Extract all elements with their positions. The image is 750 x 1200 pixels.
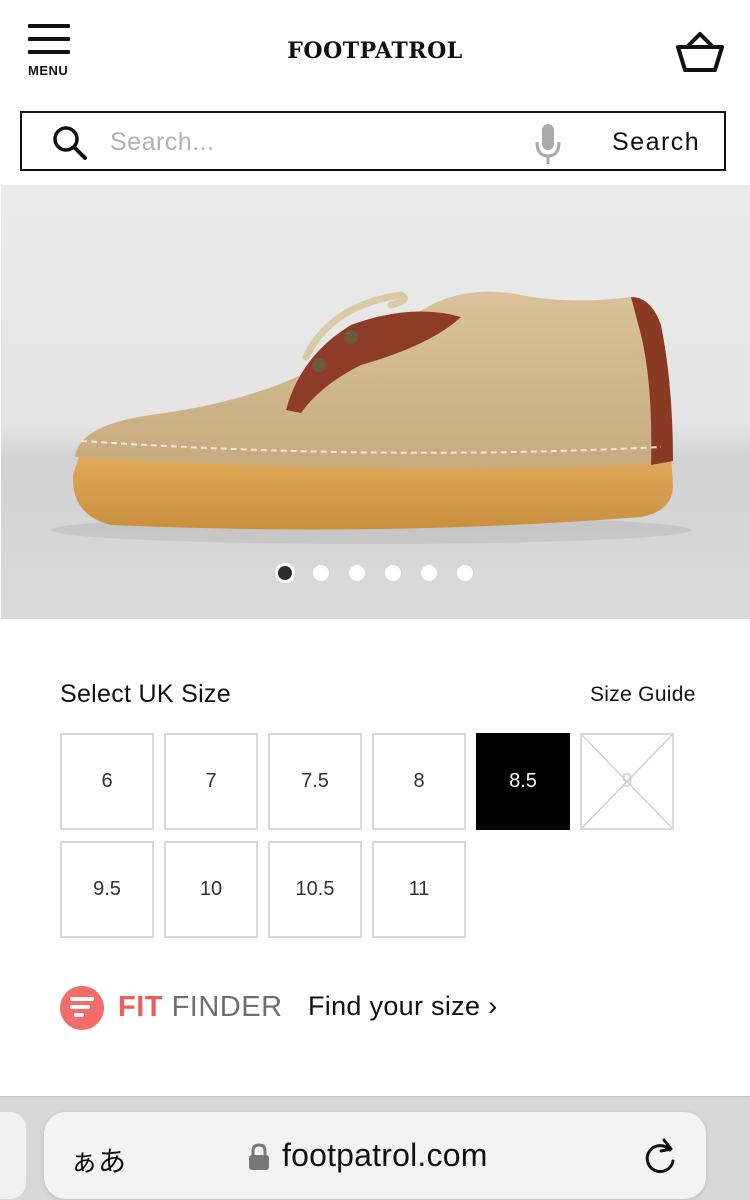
size-option-selected[interactable]: 8.5 (476, 733, 570, 830)
carousel-dot[interactable] (349, 565, 365, 581)
lock-icon (249, 1143, 269, 1170)
fit-finder-brand: FIT FINDER (118, 991, 283, 1024)
carousel-dots (0, 565, 750, 585)
search-bar: Search (20, 111, 726, 171)
fit-finder-brand-finder: FINDER (171, 991, 283, 1023)
size-option[interactable]: 8 (372, 733, 466, 830)
carousel-dot[interactable] (385, 565, 401, 581)
carousel-dot[interactable] (313, 565, 329, 581)
hamburger-icon-bar (28, 24, 70, 28)
site-header: MENU FOOTPATROL (0, 0, 750, 104)
basket-icon[interactable] (674, 30, 726, 74)
search-input[interactable] (110, 123, 520, 161)
size-guide-link[interactable]: Size Guide (590, 683, 696, 707)
carousel-dot[interactable] (278, 566, 292, 580)
size-option[interactable]: 11 (372, 841, 466, 938)
fit-finder-logo-icon[interactable] (60, 986, 104, 1030)
product-image[interactable] (1, 185, 750, 619)
carousel-dot[interactable] (457, 565, 473, 581)
size-option[interactable]: 10.5 (268, 841, 362, 938)
menu-label: MENU (28, 63, 69, 78)
microphone-icon[interactable] (534, 122, 562, 166)
size-option-unavailable[interactable]: 9 (580, 733, 674, 830)
size-option-label: 9 (621, 770, 633, 792)
fit-finder-icon (70, 997, 94, 1017)
size-option[interactable]: 7 (164, 733, 258, 830)
size-option[interactable]: 9.5 (60, 841, 154, 938)
find-your-size-link[interactable]: Find your size › (308, 991, 497, 1022)
size-section-title: Select UK Size (60, 680, 231, 708)
carousel-dot[interactable] (421, 565, 437, 581)
size-option[interactable]: 7.5 (268, 733, 362, 830)
previous-tab-pill[interactable] (0, 1112, 26, 1199)
size-option[interactable]: 10 (164, 841, 258, 938)
fit-finder-brand-fit: FIT (118, 991, 163, 1023)
text-size-button[interactable]: ぁあ (70, 1140, 126, 1180)
site-logo[interactable]: FOOTPATROL (0, 38, 750, 64)
search-icon (53, 126, 87, 160)
reload-icon[interactable] (642, 1136, 678, 1176)
url-text[interactable]: footpatrol.com (282, 1137, 488, 1174)
shoe-illustration (51, 291, 691, 544)
search-button[interactable]: Search (612, 125, 700, 159)
size-option[interactable]: 6 (60, 733, 154, 830)
